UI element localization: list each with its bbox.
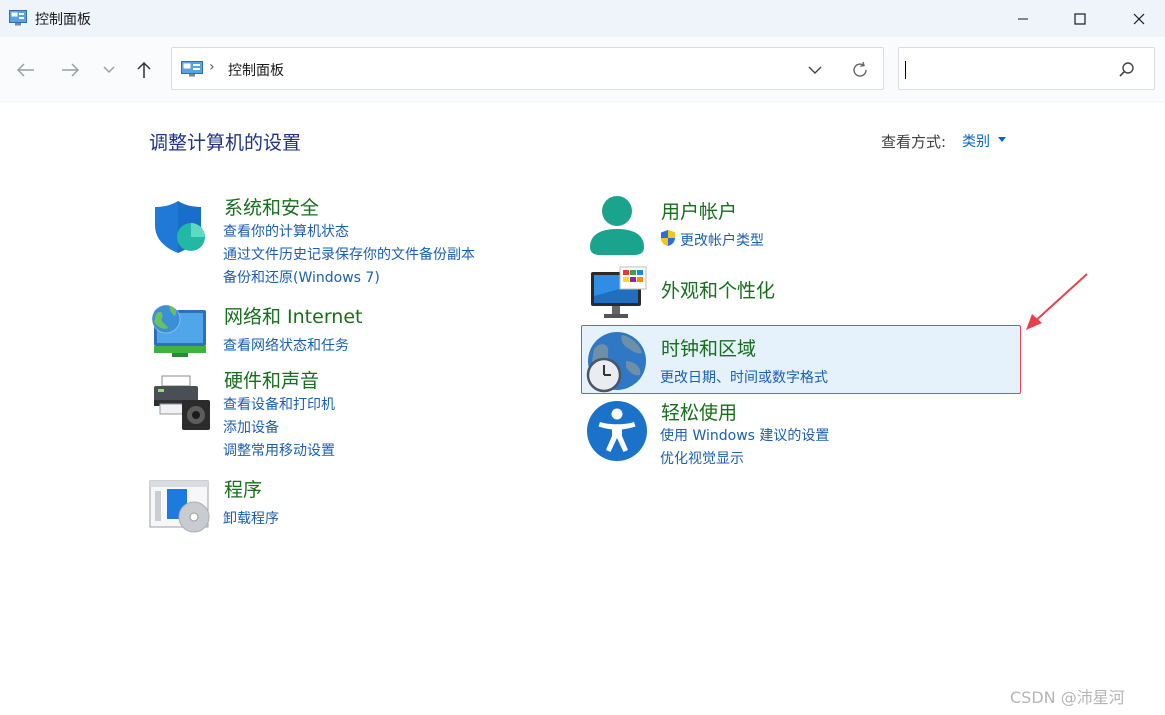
- watermark: CSDN @沛星河: [1010, 688, 1125, 707]
- category-title-user-accounts[interactable]: 用户帐户: [661, 197, 737, 224]
- chevron-down-icon: [103, 66, 115, 74]
- address-bar[interactable]: › 控制面板: [171, 47, 884, 90]
- navigation-bar: › 控制面板: [0, 37, 1165, 103]
- category-title-clock-region[interactable]: 时钟和区域: [661, 334, 756, 361]
- minimize-button[interactable]: [1000, 0, 1046, 37]
- window-title: 控制面板: [35, 12, 91, 28]
- uac-shield-icon: [661, 230, 675, 246]
- category-title-ease-of-access[interactable]: 轻松使用: [661, 398, 737, 425]
- refresh-icon: [853, 61, 867, 77]
- address-dropdown-button[interactable]: [805, 60, 825, 80]
- forward-button[interactable]: [55, 55, 85, 85]
- close-icon: [1133, 13, 1145, 24]
- title-bar: 控制面板: [0, 0, 1165, 37]
- printer-speaker-icon[interactable]: [152, 374, 212, 432]
- chevron-down-icon[interactable]: [998, 137, 1006, 142]
- accessibility-icon[interactable]: [586, 400, 648, 462]
- maximize-icon: [1074, 12, 1086, 25]
- text-caret: [905, 61, 906, 79]
- link-view-computer-status[interactable]: 查看你的计算机状态: [223, 221, 349, 241]
- category-title-hardware-sound[interactable]: 硬件和声音: [224, 366, 319, 393]
- category-title-appearance-personalization[interactable]: 外观和个性化: [661, 276, 775, 303]
- monitor-palette-icon[interactable]: [590, 266, 648, 320]
- view-by-label: 查看方式:: [881, 133, 947, 151]
- category-title-system-security[interactable]: 系统和安全: [224, 193, 319, 220]
- recent-locations-button[interactable]: [94, 55, 124, 85]
- annotation-arrow-icon: [1026, 273, 1088, 330]
- link-view-devices-printers[interactable]: 查看设备和打印机: [223, 394, 335, 414]
- chevron-down-icon: [808, 66, 822, 74]
- breadcrumb-separator: ›: [209, 59, 215, 75]
- link-uninstall-program[interactable]: 卸载程序: [223, 508, 279, 528]
- link-backup-restore-win7[interactable]: 备份和还原(Windows 7): [223, 267, 380, 287]
- search-input[interactable]: [898, 47, 1155, 90]
- network-globe-icon[interactable]: [150, 302, 210, 358]
- arrow-left-icon: [17, 63, 34, 77]
- up-button[interactable]: [129, 55, 159, 85]
- search-icon[interactable]: [1118, 61, 1136, 79]
- link-change-account-type[interactable]: 更改帐户类型: [680, 230, 764, 250]
- link-change-date-time-format[interactable]: 更改日期、时间或数字格式: [660, 367, 828, 387]
- category-title-network-internet[interactable]: 网络和 Internet: [224, 302, 362, 329]
- close-button[interactable]: [1116, 0, 1162, 37]
- page-title: 调整计算机的设置: [149, 132, 302, 154]
- programs-disc-icon[interactable]: [149, 479, 211, 535]
- minimize-icon: [1018, 18, 1028, 19]
- shield-icon[interactable]: [152, 199, 208, 255]
- refresh-button[interactable]: [849, 59, 871, 81]
- category-title-programs[interactable]: 程序: [224, 475, 262, 502]
- arrow-up-icon: [137, 61, 151, 78]
- link-add-device[interactable]: 添加设备: [223, 417, 279, 437]
- control-panel-icon: [181, 61, 203, 77]
- link-file-history-backup[interactable]: 通过文件历史记录保存你的文件备份副本: [223, 244, 475, 264]
- back-button[interactable]: [11, 55, 41, 85]
- link-mobility-settings[interactable]: 调整常用移动设置: [223, 440, 335, 460]
- breadcrumb-control-panel[interactable]: 控制面板: [228, 60, 284, 80]
- globe-clock-icon[interactable]: [586, 331, 648, 393]
- user-icon[interactable]: [588, 195, 646, 257]
- maximize-button[interactable]: [1057, 0, 1103, 37]
- link-view-network-status[interactable]: 查看网络状态和任务: [223, 335, 349, 355]
- control-panel-icon: [9, 10, 27, 26]
- view-by-dropdown[interactable]: 类别: [962, 131, 990, 151]
- link-optimize-visual-display[interactable]: 优化视觉显示: [660, 448, 744, 468]
- link-windows-recommended-settings[interactable]: 使用 Windows 建议的设置: [660, 425, 829, 445]
- arrow-right-icon: [62, 63, 79, 77]
